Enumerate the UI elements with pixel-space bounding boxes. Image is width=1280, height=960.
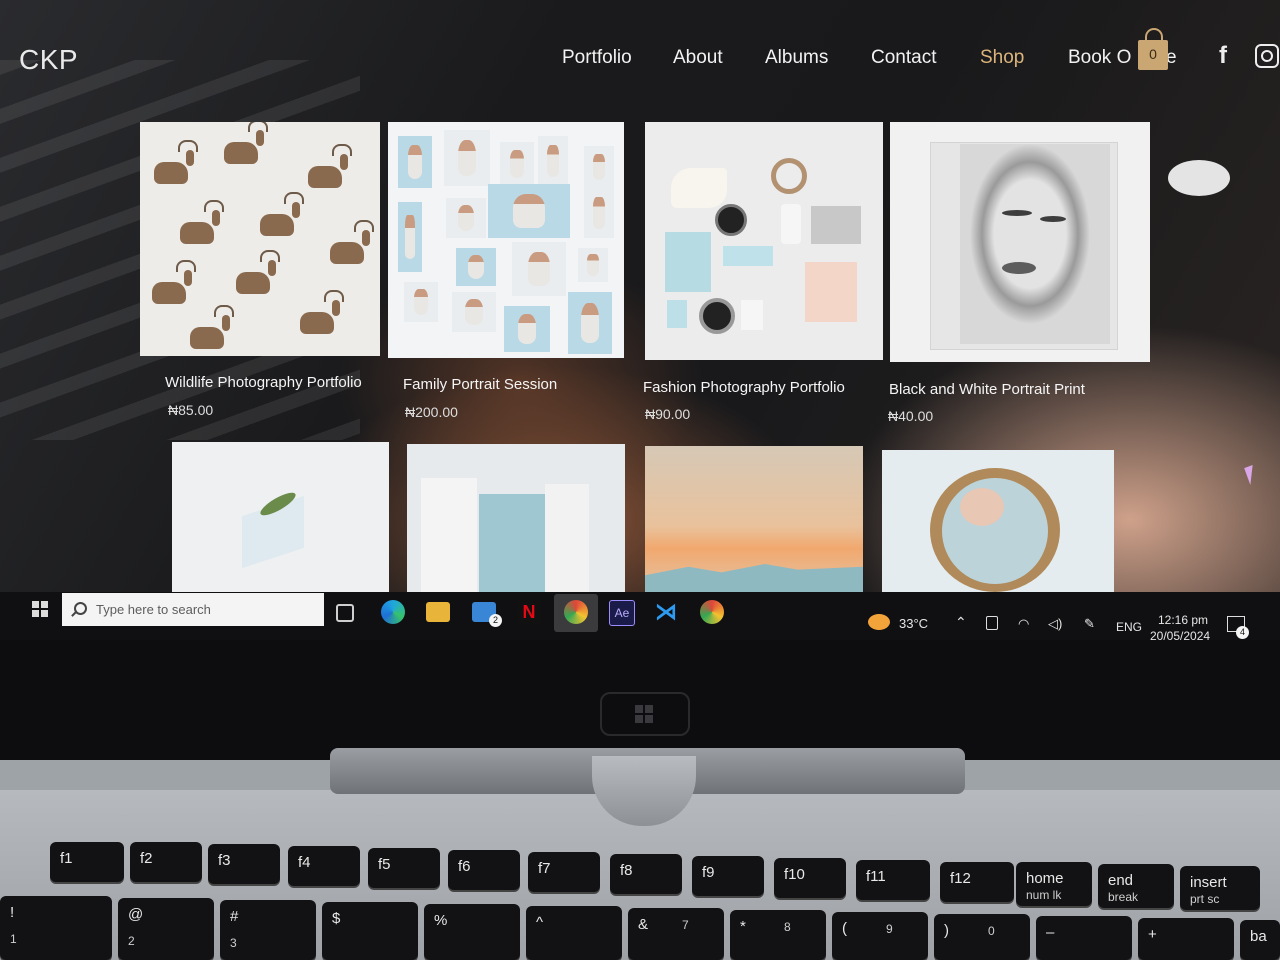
product-image-family[interactable] xyxy=(388,122,624,358)
key-1[interactable]: ! 1 xyxy=(0,896,112,960)
chevron-up-icon[interactable]: ⌃ xyxy=(955,614,967,631)
weather-icon[interactable] xyxy=(868,614,890,630)
key-7[interactable]: & 7 xyxy=(628,908,724,960)
key-f2[interactable]: f2 xyxy=(130,842,202,882)
key-f11[interactable]: f11 xyxy=(856,860,930,900)
key-insert[interactable]: insert prt sc xyxy=(1180,866,1260,910)
product-name[interactable]: Fashion Photography Portfolio xyxy=(643,379,845,396)
key-0[interactable]: ) 0 xyxy=(934,914,1030,960)
meet-now-icon[interactable] xyxy=(986,616,998,630)
product-image-newborn[interactable] xyxy=(882,450,1114,592)
key-f8[interactable]: f8 xyxy=(610,854,682,894)
nav-portfolio[interactable]: Portfolio xyxy=(562,47,632,69)
volume-icon[interactable]: ◁) xyxy=(1048,616,1062,632)
nav-contact[interactable]: Contact xyxy=(871,47,936,69)
nav-albums[interactable]: Albums xyxy=(765,47,828,69)
chrome-icon[interactable] xyxy=(700,600,724,624)
notification-badge: 4 xyxy=(1236,626,1249,639)
weather-temp[interactable]: 33°C xyxy=(899,616,928,631)
nav-about[interactable]: About xyxy=(673,47,723,69)
key-9[interactable]: (9 xyxy=(832,912,928,960)
key-f7[interactable]: f7 xyxy=(528,852,600,892)
mail-badge: 2 xyxy=(489,614,502,627)
key-f4[interactable]: f4 xyxy=(288,846,360,886)
key-8[interactable]: * 8 xyxy=(730,910,826,960)
key-f12[interactable]: f12 xyxy=(940,862,1014,902)
product-price: ₦90.00 xyxy=(645,406,691,422)
nav-book-online[interactable]: Book O xyxy=(1068,47,1131,69)
key-backspace[interactable]: ba xyxy=(1240,920,1280,960)
key-f3[interactable]: f3 xyxy=(208,844,280,884)
product-image-bw-portrait[interactable] xyxy=(890,122,1150,362)
windows-hardware-button[interactable] xyxy=(600,692,690,736)
task-view-icon[interactable] xyxy=(336,604,354,622)
key-minus[interactable]: – xyxy=(1036,916,1132,960)
facebook-icon[interactable]: f xyxy=(1219,42,1227,70)
key-2[interactable]: @2 xyxy=(118,898,214,960)
pen-icon[interactable]: ✎ xyxy=(1084,616,1095,632)
product-image-fashion[interactable] xyxy=(645,122,883,360)
product-image-landscape[interactable] xyxy=(645,446,863,592)
laptop-screen: CKP Portfolio About Albums Contact Shop … xyxy=(0,0,1280,640)
edge-icon[interactable] xyxy=(381,600,405,624)
file-explorer-icon[interactable] xyxy=(426,602,450,622)
nav-shop[interactable]: Shop xyxy=(980,47,1024,69)
after-effects-icon[interactable]: Ae xyxy=(609,600,635,626)
taskbar-search[interactable]: Type here to search xyxy=(62,593,324,626)
product-image-leaf-box[interactable] xyxy=(172,442,389,592)
windows-taskbar: Type here to search 2 N Ae ⋊ 33°C ⌃ ◠ ◁)… xyxy=(0,592,1280,640)
clock-time[interactable]: 12:16 pm xyxy=(1158,613,1208,627)
cart-count: 0 xyxy=(1149,46,1157,62)
netflix-icon[interactable]: N xyxy=(517,600,541,624)
product-name[interactable]: Black and White Portrait Print xyxy=(889,381,1085,398)
key-3[interactable]: #3 xyxy=(220,900,316,960)
product-image-architecture[interactable] xyxy=(407,444,625,592)
key-home[interactable]: home num lk xyxy=(1016,862,1092,906)
language-indicator[interactable]: ENG xyxy=(1116,620,1142,634)
product-price: ₦40.00 xyxy=(888,408,934,424)
key-f5[interactable]: f5 xyxy=(368,848,440,888)
cart-button[interactable]: 0 xyxy=(1138,26,1168,70)
search-icon xyxy=(74,602,87,615)
product-image-wildlife[interactable] xyxy=(140,122,380,356)
instagram-icon[interactable] xyxy=(1255,44,1279,68)
key-f10[interactable]: f10 xyxy=(774,858,846,898)
wifi-icon[interactable]: ◠ xyxy=(1018,616,1029,632)
vscode-icon[interactable]: ⋊ xyxy=(654,600,678,624)
screen-glare xyxy=(1168,160,1230,196)
start-button[interactable] xyxy=(32,601,48,617)
product-name[interactable]: Wildlife Photography Portfolio xyxy=(165,374,362,391)
product-name[interactable]: Family Portrait Session xyxy=(403,376,557,393)
key-6[interactable]: ^ xyxy=(526,906,622,960)
key-4[interactable]: $ xyxy=(322,902,418,960)
site-header: CKP Portfolio About Albums Contact Shop … xyxy=(0,0,1280,110)
clock-date[interactable]: 20/05/2024 xyxy=(1150,629,1210,640)
search-placeholder: Type here to search xyxy=(96,602,211,617)
product-price: ₦85.00 xyxy=(168,402,214,418)
key-f9[interactable]: f9 xyxy=(692,856,764,896)
key-5[interactable]: % xyxy=(424,904,520,960)
key-plus[interactable]: + xyxy=(1138,918,1234,960)
chrome-profile-icon[interactable] xyxy=(564,600,588,624)
product-price: ₦200.00 xyxy=(405,404,458,420)
windows-logo-icon xyxy=(635,705,653,723)
key-f6[interactable]: f6 xyxy=(448,850,520,890)
key-f1[interactable]: f1 xyxy=(50,842,124,882)
site-logo[interactable]: CKP xyxy=(19,44,78,76)
key-end[interactable]: end break xyxy=(1098,864,1174,908)
